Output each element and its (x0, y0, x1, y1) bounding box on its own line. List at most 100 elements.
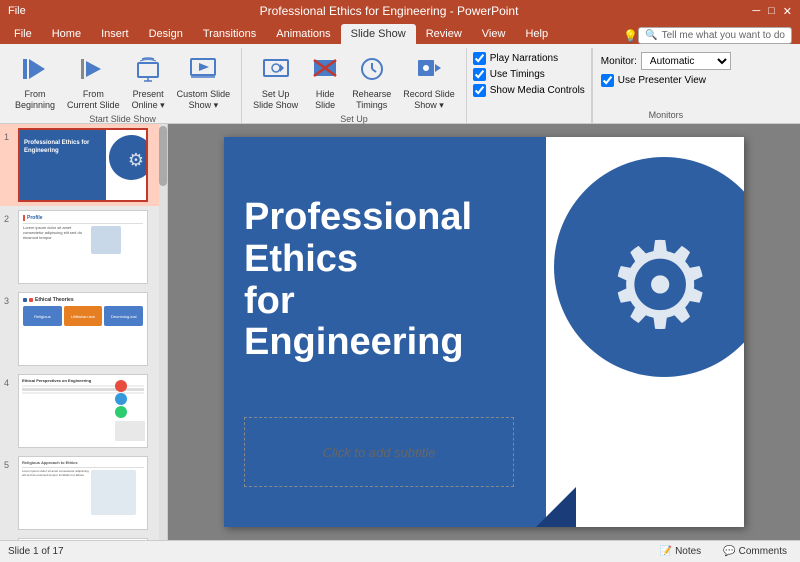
slide-preview-2: Profile Lorem ipsum dolor sit amet conse… (18, 210, 148, 284)
ribbon-group-setup: Set UpSlide Show HideSlide RehearseTimin… (242, 48, 467, 123)
tab-animations[interactable]: Animations (266, 24, 340, 44)
gear-icon-large: ⚙ (606, 217, 714, 356)
rehearse-timings-button[interactable]: RehearseTimings (347, 52, 396, 114)
use-timings-check[interactable]: Use Timings (473, 68, 585, 81)
minimize-btn[interactable]: ─ (752, 5, 760, 18)
present-online-icon (134, 55, 162, 87)
ribbon-checkboxes: Play Narrations Use Timings Show Media C… (473, 48, 585, 97)
subtitle-placeholder-text: Click to add subtitle (323, 445, 436, 460)
notes-button[interactable]: 📝 Notes (655, 544, 707, 559)
slide-panel[interactable]: 1 Professional Ethics for Engineering ⚙ … (0, 124, 168, 540)
tab-view[interactable]: View (472, 24, 516, 44)
present-online-button[interactable]: PresentOnline ▾ (127, 52, 170, 114)
record-slide-show-button[interactable]: Record SlideShow ▾ (398, 52, 460, 114)
ribbon-group-start-slideshow: FromBeginning FromCurrent Slide PresentO… (4, 48, 242, 123)
ribbon-group-options: Play Narrations Use Timings Show Media C… (467, 48, 592, 123)
from-beginning-button[interactable]: FromBeginning (10, 52, 60, 114)
maximize-btn[interactable]: □ (768, 5, 775, 18)
file-menu[interactable]: File (8, 5, 26, 17)
ribbon-group-monitors: Monitor: Automatic Primary Monitor Use P… (592, 48, 731, 123)
custom-slide-show-button[interactable]: Custom SlideShow ▾ (172, 52, 236, 114)
presenter-view-check[interactable]: Use Presenter View (601, 74, 731, 87)
tab-transitions[interactable]: Transitions (193, 24, 266, 44)
lightbulb-icon: 💡 (623, 29, 638, 43)
hide-slide-label: HideSlide (315, 89, 335, 111)
tab-help[interactable]: Help (515, 24, 558, 44)
subtitle-placeholder-box[interactable]: Click to add subtitle (244, 417, 514, 487)
slide-num-5: 5 (4, 456, 14, 470)
main-slide[interactable]: Professional Ethics for Engineering Clic… (224, 137, 744, 527)
rehearse-timings-label: RehearseTimings (352, 89, 391, 111)
slide-panel-scrollbar[interactable] (159, 124, 167, 540)
slide-fold-decoration (536, 487, 576, 527)
monitor-row: Monitor: Automatic Primary Monitor (601, 52, 731, 70)
slide-preview-5: Religious Approach to Ethics Lorem ipsum… (18, 456, 148, 530)
show-media-controls-check[interactable]: Show Media Controls (473, 84, 585, 97)
scrollbar-thumb[interactable] (159, 126, 167, 186)
slide-thumb-6[interactable]: 6 Religious Approach to Ethics (0, 534, 167, 540)
window-title: Professional Ethics for Engineering - Po… (26, 4, 753, 18)
use-timings-input[interactable] (473, 68, 486, 81)
from-current-label: FromCurrent Slide (67, 89, 120, 111)
slide-preview-3: Ethical Theories Religious Utilitarian-i… (18, 292, 148, 366)
ribbon-tabs: File Home Insert Design Transitions Anim… (0, 22, 800, 44)
slide-thumb-2[interactable]: 2 Profile Lorem ipsum dolor sit amet con… (0, 206, 167, 288)
status-right: 📝 Notes 💬 Comments (655, 544, 792, 559)
comments-button[interactable]: 💬 Comments (718, 544, 792, 559)
presenter-view-input[interactable] (601, 74, 614, 87)
from-current-slide-button[interactable]: FromCurrent Slide (62, 52, 125, 114)
tab-insert[interactable]: Insert (91, 24, 139, 44)
slide-thumb-3[interactable]: 3 Ethical Theories Religious Utilitarian… (0, 288, 167, 370)
tab-design[interactable]: Design (139, 24, 193, 44)
canvas-area: Professional Ethics for Engineering Clic… (168, 124, 800, 540)
tab-slide-show[interactable]: Slide Show (341, 24, 416, 44)
ribbon: FromBeginning FromCurrent Slide PresentO… (0, 44, 800, 124)
slide-num-3: 3 (4, 292, 14, 306)
monitor-label: Monitor: (601, 56, 637, 67)
from-beginning-icon (21, 55, 49, 87)
slide-num-4: 4 (4, 374, 14, 388)
comments-icon: 💬 (723, 546, 735, 557)
options-group-label (473, 97, 585, 100)
custom-slideshow-label: Custom SlideShow ▾ (177, 89, 231, 111)
comments-label: Comments (739, 546, 787, 557)
search-icon: 🔍 (645, 30, 657, 41)
tab-home[interactable]: Home (42, 24, 91, 44)
tab-file[interactable]: File (4, 24, 42, 44)
title-line-4: Engineering (244, 322, 530, 364)
show-media-controls-input[interactable] (473, 84, 486, 97)
slide-thumb-5[interactable]: 5 Religious Approach to Ethics Lorem ips… (0, 452, 167, 534)
from-current-icon (79, 55, 107, 87)
notes-icon: 📝 (660, 546, 672, 557)
close-btn[interactable]: ✕ (783, 5, 792, 18)
hide-slide-icon (311, 55, 339, 87)
setup-slideshow-icon (262, 55, 290, 87)
monitor-select[interactable]: Automatic Primary Monitor (641, 52, 731, 70)
tab-review[interactable]: Review (416, 24, 472, 44)
record-slideshow-label: Record SlideShow ▾ (403, 89, 455, 111)
record-slideshow-icon (415, 55, 443, 87)
title-line-3: for (244, 281, 530, 323)
title-bar: File Professional Ethics for Engineering… (0, 0, 800, 22)
slide-thumb-4[interactable]: 4 Ethical Perspectives on Engineering (0, 370, 167, 452)
title-line-1: Professional (244, 197, 530, 239)
title-line-2: Ethics (244, 239, 530, 281)
slide-num-6: 6 (4, 538, 14, 540)
ribbon-group-content: FromBeginning FromCurrent Slide PresentO… (10, 48, 235, 114)
main-content: 1 Professional Ethics for Engineering ⚙ … (0, 124, 800, 540)
set-up-slide-show-button[interactable]: Set UpSlide Show (248, 52, 303, 114)
slide-preview-4: Ethical Perspectives on Engineering (18, 374, 148, 448)
tell-me-search[interactable]: 🔍 Tell me what you want to do (638, 27, 792, 44)
status-slide-info: Slide 1 of 17 (8, 546, 655, 557)
slide-num-1: 1 (4, 128, 14, 142)
notes-label: Notes (675, 546, 701, 557)
title-bar-left: File (8, 5, 26, 17)
rehearse-timings-icon (358, 55, 386, 87)
play-narrations-check[interactable]: Play Narrations (473, 52, 585, 65)
slide-title[interactable]: Professional Ethics for Engineering (244, 197, 530, 364)
setup-group-content: Set UpSlide Show HideSlide RehearseTimin… (248, 48, 460, 114)
slide-thumb-1[interactable]: 1 Professional Ethics for Engineering ⚙ (0, 124, 167, 206)
play-narrations-input[interactable] (473, 52, 486, 65)
slide-preview-6: Religious Approach to Ethics (18, 538, 148, 540)
hide-slide-button[interactable]: HideSlide (305, 52, 345, 114)
